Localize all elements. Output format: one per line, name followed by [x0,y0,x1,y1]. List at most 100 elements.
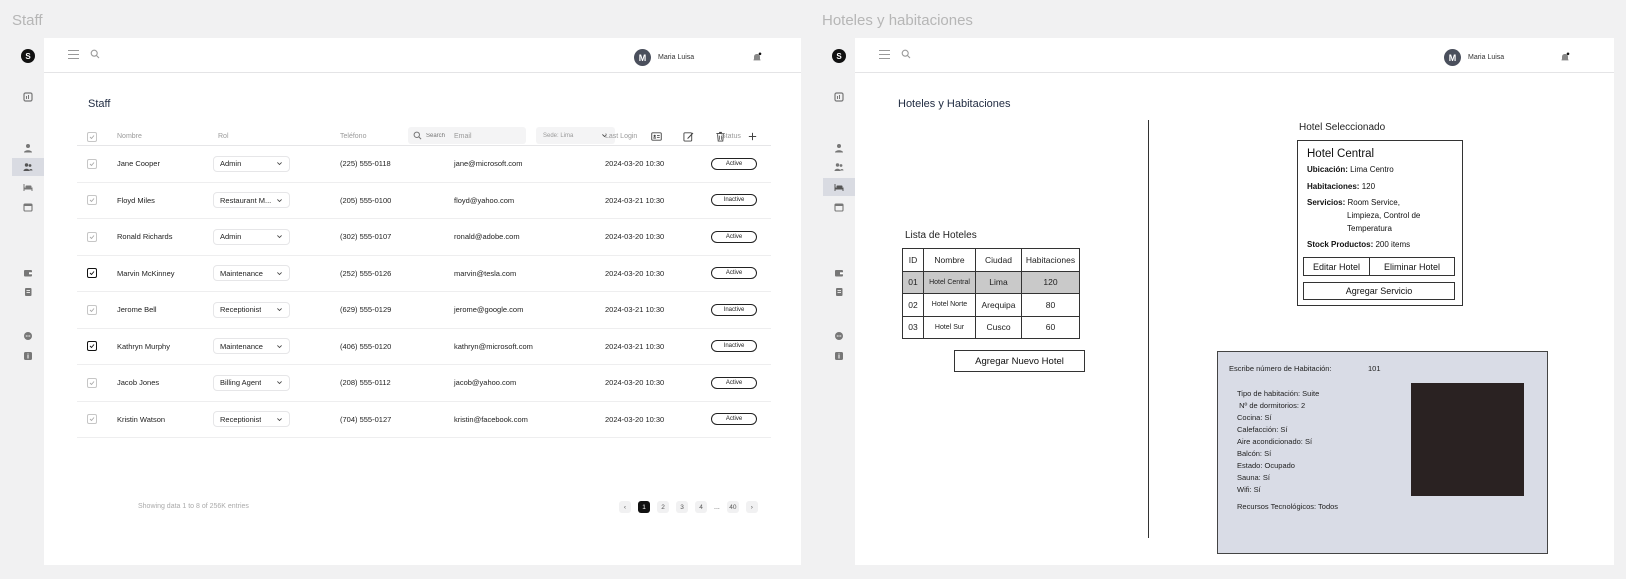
role-select[interactable]: Admin [213,228,290,245]
row-checkbox[interactable] [87,414,97,425]
table-row[interactable]: Jacob Jones Billing Agent (208) 555-0112 ja… [77,365,771,402]
col-name[interactable]: Nombre [117,133,142,140]
page-button[interactable]: 3 [676,501,688,513]
row-checkbox[interactable] [87,158,97,169]
col-role[interactable]: Rol [218,133,229,140]
col-phone[interactable]: Teléfono [340,133,366,140]
edit-hotel-button[interactable]: Editar Hotel [1303,257,1370,276]
table-row[interactable]: Kathryn Murphy Maintenance (406) 555-0120 k… [77,329,771,365]
page-button[interactable]: 1 [638,501,650,513]
row-checkbox[interactable] [87,268,97,279]
staff-email: floyd@yahoo.com [454,195,515,205]
document-icon[interactable] [12,283,44,301]
staff-email: jane@microsoft.com [454,159,523,169]
hotel-city: Cusco [975,315,1022,339]
hotel-name-cell: Hotel Central [923,270,976,294]
room-resources: Recursos Tecnológicos: Todos [1237,502,1339,511]
chat-icon[interactable] [12,327,44,345]
staff-icon[interactable] [12,158,44,176]
bell-icon[interactable] [752,52,762,62]
next-page-button[interactable]: › [745,501,758,513]
add-service-button[interactable]: Agregar Servicio [1303,282,1455,300]
page-button[interactable]: 2 [657,501,669,513]
page-button[interactable]: 40 [726,501,739,513]
role-select[interactable]: Receptionist [213,411,290,428]
staff-phone: (205) 555-0100 [340,195,392,205]
user-menu[interactable]: M Maria Luisa [1444,49,1504,66]
hotel-rooms-cell: 80 [1021,293,1080,317]
chat-icon[interactable] [823,327,855,345]
user-menu[interactable]: M Maria Luisa [634,49,694,66]
staff-phone: (704) 555-0127 [340,414,392,424]
table-row[interactable]: Jane Cooper Admin (225) 555-0118 jane@micro… [77,146,771,183]
status-badge: Active [711,413,757,426]
page-title: Staff [88,98,111,110]
row-checkbox[interactable] [87,304,97,315]
wallet-icon[interactable] [12,264,44,282]
room-number-input[interactable]: 101 [1368,364,1381,373]
add-hotel-button[interactable]: Agregar Nuevo Hotel [954,350,1085,372]
room-detail-line: Estado: Ocupado [1237,461,1295,470]
table-row[interactable]: 02 Hotel Norte Arequipa 80 [902,293,1080,317]
calendar-icon[interactable] [12,198,44,216]
bed-icon[interactable] [12,178,44,196]
calendar-icon[interactable] [823,198,855,216]
status-badge: Active [711,267,757,280]
role-select[interactable]: Restaurant M... [213,192,290,209]
dashboard-icon[interactable] [823,88,855,106]
row-checkbox[interactable] [87,195,97,206]
bell-icon[interactable] [1560,52,1570,62]
staff-phone: (406) 555-0120 [340,341,392,351]
user-icon[interactable] [823,139,855,157]
role-select[interactable]: Billing Agent [213,374,290,391]
room-image [1411,383,1524,496]
app-logo[interactable]: S [832,49,846,63]
document-icon[interactable] [823,283,855,301]
col-last-login[interactable]: Last Login [605,133,637,140]
role-select[interactable]: Maintenance [213,338,290,355]
status-badge: Active [711,157,757,170]
search-icon[interactable] [90,49,100,59]
wallet-icon[interactable] [823,264,855,282]
bed-icon[interactable] [823,178,855,196]
selected-hotel-title: Hotel Seleccionado [1299,122,1386,133]
table-row[interactable]: Kristin Watson Receptionist (704) 555-0127… [77,402,771,438]
app-logo[interactable]: S [21,49,35,63]
dashboard-icon[interactable] [12,88,44,106]
role-select[interactable]: Receptionist [213,301,290,318]
menu-icon[interactable] [879,50,890,59]
table-row[interactable]: 01 Hotel Central Lima 120 [902,270,1080,294]
select-all-checkbox[interactable] [87,131,97,142]
row-checkbox[interactable] [87,377,97,388]
user-icon[interactable] [12,139,44,157]
table-row[interactable]: Jerome Bell Receptionist (629) 555-0129 jer… [77,292,771,329]
menu-icon[interactable] [68,50,79,59]
info-icon[interactable] [12,347,44,365]
delete-hotel-button[interactable]: Eliminar Hotel [1369,257,1455,276]
pagination-ellipsis: ... [714,503,720,511]
hotel-id: 02 [902,293,924,317]
staff-email: jacob@yahoo.com [454,378,517,388]
col-email[interactable]: Email [454,133,472,140]
frame-title-staff: Staff [12,12,43,29]
staff-name: Jane Cooper [117,159,160,169]
page-button[interactable]: 4 [695,501,707,513]
search-icon[interactable] [901,49,911,59]
role-select[interactable]: Admin [213,155,290,172]
col-status[interactable]: Status [721,133,741,140]
role-select[interactable]: Maintenance [213,265,290,282]
row-checkbox[interactable] [87,341,97,352]
top-bar: M Maria Luisa [855,38,1614,73]
table-row[interactable]: Floyd Miles Restaurant M... (205) 555-0100… [77,183,771,219]
chevron-down-icon [277,344,282,348]
table-row[interactable]: 03 Hotel Sur Cusco 60 [902,315,1080,339]
staff-name: Jacob Jones [117,378,160,388]
prev-page-button[interactable]: ‹ [619,501,631,513]
table-row[interactable]: Ronald Richards Admin (302) 555-0107 ronald… [77,219,771,256]
staff-icon[interactable] [823,158,855,176]
room-details: Tipo de habitación: Suite Nº de dormitor… [1237,388,1319,496]
info-icon[interactable] [823,347,855,365]
row-checkbox[interactable] [87,231,97,242]
table-row[interactable]: Marvin McKinney Maintenance (252) 555-0126… [77,256,771,292]
table-footer-info: Showing data 1 to 8 of 256K entries [138,503,249,510]
